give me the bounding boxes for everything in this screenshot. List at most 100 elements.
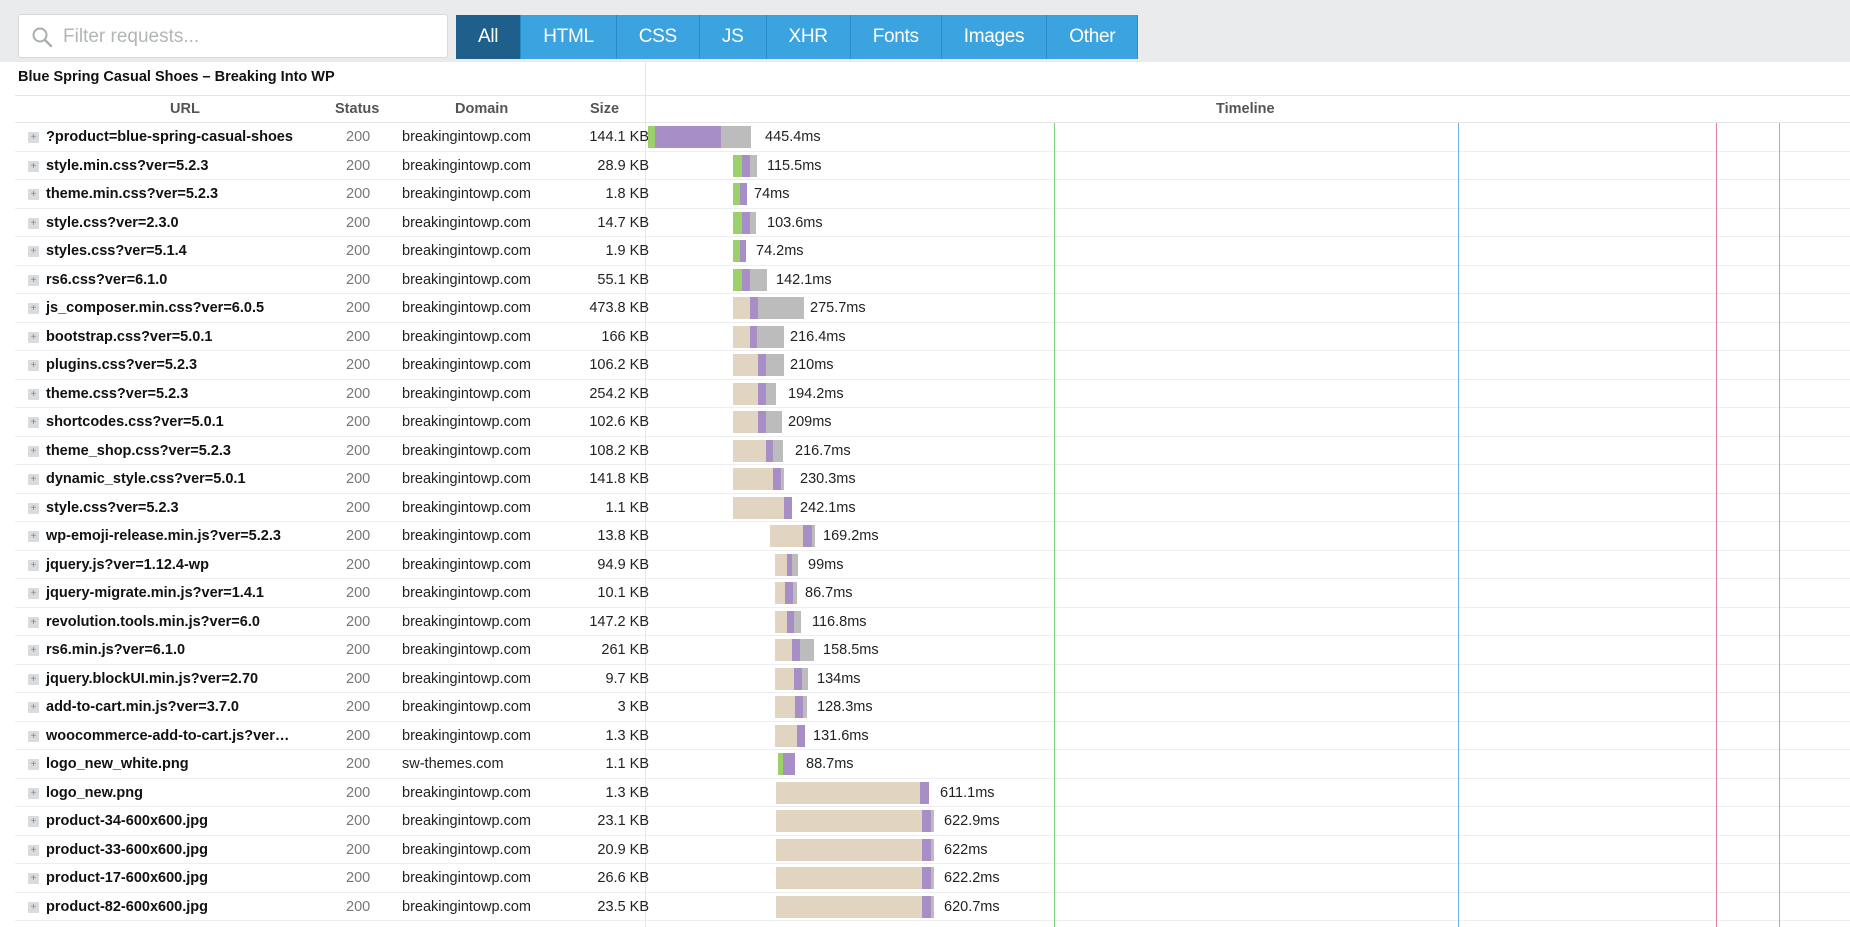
request-url: product-17-600x600.jpg: [46, 870, 208, 886]
expand-icon[interactable]: +: [28, 673, 39, 685]
timing-bar-receive: [721, 126, 751, 148]
expand-icon[interactable]: +: [28, 189, 39, 200]
request-size: 10.1 KB: [597, 585, 649, 601]
timeline-row[interactable]: 622.2ms: [646, 864, 1850, 893]
timeline-row[interactable]: 230.3ms: [646, 465, 1850, 494]
request-status: 200: [346, 300, 371, 316]
timing-bar-receive: [750, 268, 767, 291]
timeline-row[interactable]: 88.7ms: [646, 750, 1850, 779]
timing-bar-connect: [797, 724, 805, 747]
timing-bar-receive: [793, 582, 797, 604]
timeline-row[interactable]: 128.3ms: [646, 693, 1850, 722]
expand-icon[interactable]: +: [28, 417, 39, 428]
request-url: jquery.js?ver=1.12.4-wp: [46, 556, 209, 573]
expand-icon[interactable]: +: [28, 246, 39, 257]
filter-html-button[interactable]: HTML: [521, 15, 617, 59]
request-domain: breakingintowp.com: [402, 727, 531, 744]
timeline-row[interactable]: 622.9ms: [646, 807, 1850, 836]
timing-bar-receive: [750, 154, 757, 177]
timing-bar-connect: [795, 696, 803, 718]
timeline-row[interactable]: 115.5ms: [646, 152, 1850, 181]
expand-icon[interactable]: +: [28, 787, 39, 799]
timeline-row[interactable]: 611.1ms: [646, 779, 1850, 808]
expand-icon[interactable]: +: [28, 816, 39, 827]
timeline-row[interactable]: 210ms: [646, 351, 1850, 380]
filter-css-button[interactable]: CSS: [616, 15, 700, 59]
timing-bar-connect: [758, 354, 766, 376]
expand-icon[interactable]: +: [28, 132, 39, 143]
timeline-row[interactable]: 216.7ms: [646, 437, 1850, 466]
expand-icon[interactable]: +: [28, 303, 39, 314]
expand-icon[interactable]: +: [28, 445, 39, 457]
expand-icon[interactable]: +: [28, 702, 39, 713]
timeline-row[interactable]: 209ms: [646, 408, 1850, 437]
expand-icon[interactable]: +: [28, 873, 39, 884]
request-status: 200: [346, 528, 371, 544]
expand-icon[interactable]: +: [28, 217, 39, 229]
filter-all-button[interactable]: All: [456, 15, 522, 59]
filter-other-button[interactable]: Other: [1047, 15, 1139, 59]
expand-icon[interactable]: +: [28, 474, 39, 485]
filter-js-button[interactable]: JS: [699, 15, 767, 59]
timeline-column-header[interactable]: Timeline: [1216, 101, 1275, 117]
size-column-header[interactable]: Size: [590, 101, 619, 117]
timeline-row[interactable]: 99ms: [646, 551, 1850, 580]
request-domain: breakingintowp.com: [402, 442, 531, 459]
filter-fonts-button[interactable]: Fonts: [850, 15, 942, 59]
filter-images-button[interactable]: Images: [941, 15, 1048, 59]
timeline-row[interactable]: 445.4ms: [646, 123, 1850, 152]
status-column-header[interactable]: Status: [335, 101, 379, 117]
expand-icon[interactable]: +: [28, 901, 39, 913]
expand-icon[interactable]: +: [28, 645, 39, 656]
url-column-header[interactable]: URL: [170, 101, 200, 117]
expand-icon[interactable]: +: [28, 274, 39, 286]
filter-xhr-button[interactable]: XHR: [766, 15, 851, 59]
timing-bar-receive: [781, 468, 784, 490]
timeline-row[interactable]: 103.6ms: [646, 209, 1850, 238]
expand-icon[interactable]: +: [28, 730, 39, 742]
filter-requests-input[interactable]: [61, 21, 435, 53]
timing-bar-waiting: [733, 354, 758, 376]
expand-icon[interactable]: +: [28, 588, 39, 599]
request-url: dynamic_style.css?ver=5.0.1: [46, 471, 246, 487]
request-size: 261 KB: [601, 642, 649, 658]
timeline-row[interactable]: 169.2ms: [646, 522, 1850, 551]
expand-icon[interactable]: +: [28, 388, 39, 400]
timeline-row[interactable]: 134ms: [646, 665, 1850, 694]
expand-icon[interactable]: +: [28, 559, 39, 571]
timing-bar-waiting: [775, 667, 794, 690]
filter-search-box[interactable]: [18, 14, 448, 58]
timing-bar-waiting: [775, 696, 795, 718]
timing-bar-waiting: [775, 724, 797, 747]
timeline-row[interactable]: 216.4ms: [646, 323, 1850, 352]
timeline-row[interactable]: 620.7ms: [646, 893, 1850, 922]
timeline-row[interactable]: 116.8ms: [646, 608, 1850, 637]
timeline-row[interactable]: 74.2ms: [646, 237, 1850, 266]
request-url: shortcodes.css?ver=5.0.1: [46, 414, 224, 430]
timeline-row[interactable]: 158.5ms: [646, 636, 1850, 665]
request-domain: breakingintowp.com: [402, 841, 531, 858]
expand-icon[interactable]: +: [28, 331, 39, 343]
timing-bar-waiting: [775, 582, 785, 604]
expand-icon[interactable]: +: [28, 502, 39, 514]
expand-icon[interactable]: +: [28, 616, 39, 628]
request-domain: breakingintowp.com: [402, 271, 531, 288]
expand-icon[interactable]: +: [28, 160, 39, 172]
request-url: style.css?ver=5.2.3: [46, 499, 179, 516]
request-size: 1.9 KB: [605, 243, 649, 259]
timing-bar-connect: [787, 753, 795, 775]
timeline-row[interactable]: 194.2ms: [646, 380, 1850, 409]
timeline-row[interactable]: 86.7ms: [646, 579, 1850, 608]
expand-icon[interactable]: +: [28, 360, 39, 371]
timeline-row[interactable]: 131.6ms: [646, 722, 1850, 751]
timeline-row[interactable]: 142.1ms: [646, 266, 1850, 295]
timeline-row[interactable]: 275.7ms: [646, 294, 1850, 323]
request-domain: breakingintowp.com: [402, 613, 531, 630]
expand-icon[interactable]: +: [28, 844, 39, 856]
expand-icon[interactable]: +: [28, 759, 39, 770]
domain-column-header[interactable]: Domain: [455, 101, 508, 117]
expand-icon[interactable]: +: [28, 531, 39, 542]
timeline-row[interactable]: 242.1ms: [646, 494, 1850, 523]
timeline-row[interactable]: 74ms: [646, 180, 1850, 209]
timeline-row[interactable]: 622ms: [646, 836, 1850, 865]
